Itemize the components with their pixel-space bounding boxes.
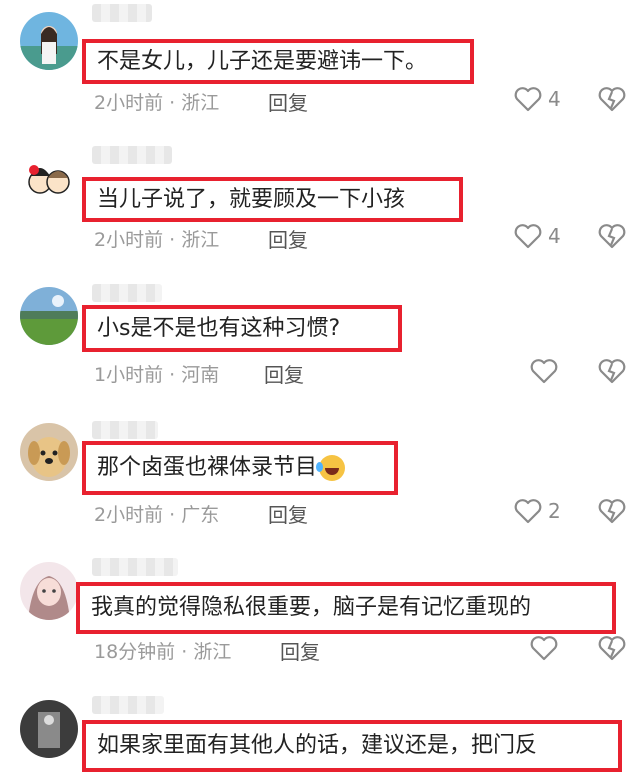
broken-heart-icon	[598, 86, 626, 112]
username-blurred[interactable]	[92, 4, 152, 22]
like-count: 2	[548, 499, 561, 523]
comment-text: 不是女儿，儿子还是要避讳一下。	[82, 39, 474, 84]
comment-meta: 2小时前 · 广东	[94, 504, 220, 526]
comment-text: 如果家里面有其他人的话，建议还是，把门反	[82, 720, 622, 772]
username-blurred[interactable]	[92, 146, 172, 164]
avatar[interactable]	[20, 12, 78, 70]
broken-heart-icon	[598, 223, 626, 249]
like-button[interactable]: 4	[514, 86, 561, 112]
avatar[interactable]	[20, 562, 78, 620]
like-button[interactable]	[530, 635, 558, 661]
avatar[interactable]	[20, 287, 78, 345]
like-button[interactable]: 2	[514, 498, 561, 524]
heart-icon	[514, 498, 542, 524]
like-button[interactable]: 4	[514, 223, 561, 249]
dislike-button[interactable]	[598, 358, 626, 384]
comment-text: 我真的觉得隐私很重要，脑子是有记忆重现的	[76, 582, 616, 634]
avatar[interactable]	[20, 700, 78, 758]
reply-button[interactable]: 回复	[268, 224, 308, 253]
comment-meta: 18分钟前 · 浙江	[94, 641, 232, 663]
like-button[interactable]	[530, 358, 558, 384]
username-blurred[interactable]	[92, 558, 178, 576]
avatar[interactable]	[20, 423, 78, 481]
broken-heart-icon	[598, 635, 626, 661]
reply-button[interactable]: 回复	[264, 359, 304, 388]
username-blurred[interactable]	[92, 421, 158, 439]
rofl-emoji-icon	[316, 455, 346, 481]
dislike-button[interactable]	[598, 223, 626, 249]
like-count: 4	[548, 87, 561, 111]
comment-text: 当儿子说了，就要顾及一下小孩	[82, 177, 463, 222]
dislike-button[interactable]	[598, 86, 626, 112]
reply-button[interactable]: 回复	[280, 636, 320, 665]
comment-text: 那个卤蛋也裸体录节目	[82, 441, 398, 495]
heart-icon	[514, 86, 542, 112]
heart-icon	[530, 358, 558, 384]
broken-heart-icon	[598, 358, 626, 384]
reply-button[interactable]: 回复	[268, 87, 308, 116]
like-count: 4	[548, 224, 561, 248]
heart-icon	[514, 223, 542, 249]
username-blurred[interactable]	[92, 696, 164, 714]
comment-meta: 2小时前 · 浙江	[94, 92, 220, 114]
broken-heart-icon	[598, 498, 626, 524]
dislike-button[interactable]	[598, 498, 626, 524]
comment-meta: 1小时前 · 河南	[94, 364, 220, 386]
avatar[interactable]	[20, 150, 78, 208]
heart-icon	[530, 635, 558, 661]
reply-button[interactable]: 回复	[268, 499, 308, 528]
comment-text: 小s是不是也有这种习惯?	[82, 305, 402, 352]
dislike-button[interactable]	[598, 635, 626, 661]
username-blurred[interactable]	[92, 284, 162, 302]
comment-meta: 2小时前 · 浙江	[94, 229, 220, 251]
